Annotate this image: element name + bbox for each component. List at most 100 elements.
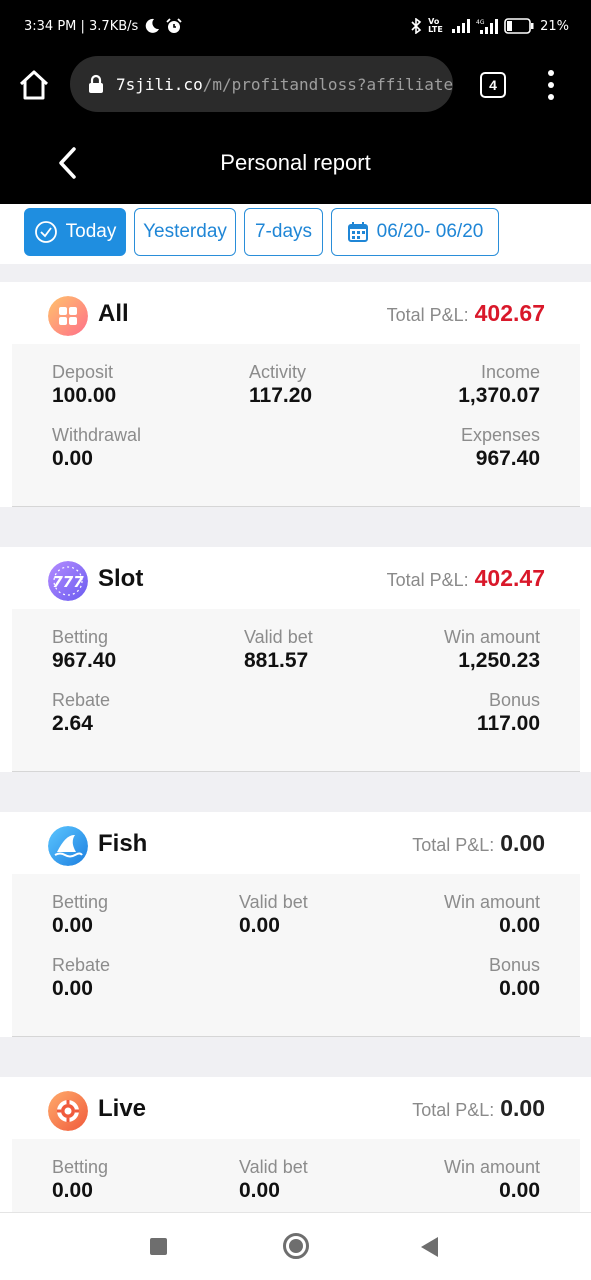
stat-label: Activity xyxy=(249,362,307,382)
card-header: Fish Total P&L: 0.00 xyxy=(0,812,591,874)
calendar-icon xyxy=(347,222,368,242)
tab-switcher-button[interactable]: 4 xyxy=(480,72,506,98)
stat-label: Valid bet xyxy=(239,1157,308,1177)
total-pl-value: 0.00 xyxy=(500,830,545,856)
stat-value: 1,370.07 xyxy=(458,384,540,407)
lock-icon xyxy=(89,74,103,93)
report-card-all: All Total P&L: 402.67 Deposit 100.00 Activ… xyxy=(0,282,591,507)
date-range-picker[interactable]: 06/20- 06/20 xyxy=(331,208,499,256)
stat-activity: Activity 117.20 xyxy=(249,361,312,409)
stat-win-amount: Win amount 0.00 xyxy=(444,891,540,939)
card-header: Live Total P&L: 0.00 xyxy=(0,1077,591,1139)
date-range-label: 06/20- 06/20 xyxy=(376,221,484,242)
stat-value: 967.40 xyxy=(52,649,117,672)
category-name: Slot xyxy=(98,565,144,592)
filter-today-button[interactable]: Today xyxy=(24,208,126,256)
stat-expenses: Expenses 967.40 xyxy=(461,424,540,472)
home-button[interactable] xyxy=(283,1233,309,1259)
svg-text:777: 777 xyxy=(52,573,84,591)
home-icon[interactable] xyxy=(18,70,50,100)
page-title: Personal report xyxy=(220,150,371,175)
stat-rebate: Rebate 0.00 xyxy=(52,954,110,1002)
card-stats: Deposit 100.00 Activity 117.20 Income 1,370… xyxy=(12,344,580,507)
status-time-speed: 3:34 PM | 3.7KB/s xyxy=(24,18,139,34)
stat-label: Bonus xyxy=(488,955,540,975)
total-pl-label: Total P&L: xyxy=(412,1100,495,1120)
stat-label: Income xyxy=(480,362,540,382)
stat-label: Valid bet xyxy=(239,892,308,912)
category-name: Live xyxy=(98,1095,147,1122)
stat-betting: Betting 0.00 xyxy=(52,1156,108,1204)
shark-fin-icon xyxy=(48,826,88,866)
battery-percent: 21% xyxy=(540,18,569,34)
card-stats: Betting 967.40 Valid bet 881.57 Win amount… xyxy=(12,609,580,772)
stat-label: Expenses xyxy=(460,425,540,445)
total-pl-value: 402.47 xyxy=(474,565,545,591)
stat-label: Rebate xyxy=(52,690,111,710)
url-text: 7sjili.co/m/profitandloss?affiliateCode xyxy=(116,75,453,94)
stat-win-amount: Win amount 1,250.23 xyxy=(444,626,540,674)
battery-icon xyxy=(504,18,534,34)
stat-label: Deposit xyxy=(52,362,114,382)
stat-label: Betting xyxy=(52,627,109,647)
total-pl-value: 0.00 xyxy=(500,1095,545,1121)
signal-icon xyxy=(452,19,471,33)
date-filter-bar: Today Yesterday 7-days 06/20- 06/20 xyxy=(0,204,591,264)
stat-value: 0.00 xyxy=(499,914,540,937)
stat-valid-bet: Valid bet 881.57 xyxy=(244,626,313,674)
stat-bonus: Bonus 0.00 xyxy=(489,954,540,1002)
filter-today-label: Today xyxy=(65,221,117,242)
stat-value: 0.00 xyxy=(52,447,93,470)
total-pl: Total P&L: 402.47 xyxy=(387,565,545,592)
total-pl-label: Total P&L: xyxy=(386,570,469,590)
stat-betting: Betting 0.00 xyxy=(52,891,108,939)
stat-rebate: Rebate 2.64 xyxy=(52,689,110,737)
slot-777-icon: 777 xyxy=(48,561,88,601)
volte-icon: Vo LTE xyxy=(428,17,443,34)
stat-value: 1,250.23 xyxy=(458,649,540,672)
stat-income: Income 1,370.07 xyxy=(458,361,540,409)
stat-value: 117.20 xyxy=(249,384,313,407)
back-button[interactable] xyxy=(421,1237,438,1257)
stat-deposit: Deposit 100.00 xyxy=(52,361,116,409)
stat-value: 0.00 xyxy=(239,914,280,937)
category-name: All xyxy=(98,300,129,327)
browser-menu-icon[interactable] xyxy=(545,70,557,100)
filter-yesterday-button[interactable]: Yesterday xyxy=(134,208,236,256)
stat-value: 0.00 xyxy=(52,914,93,937)
status-bar: 3:34 PM | 3.7KB/s Vo LTE 4G 21% xyxy=(0,0,591,52)
stat-label: Valid bet xyxy=(244,627,313,647)
grid-icon xyxy=(48,296,88,336)
total-pl-label: Total P&L: xyxy=(412,835,495,855)
stat-label: Betting xyxy=(52,1157,109,1177)
report-card-slot: 777 Slot Total P&L: 402.47 Betting 967.40 … xyxy=(0,547,591,772)
stat-label: Win amount xyxy=(443,892,540,912)
card-header: All Total P&L: 402.67 xyxy=(0,282,591,344)
stat-value: 0.00 xyxy=(499,1179,540,1202)
stat-value: 2.64 xyxy=(52,712,93,735)
url-domain: 7sjili.co xyxy=(116,74,203,94)
stat-label: Win amount xyxy=(443,627,540,647)
recents-button[interactable] xyxy=(150,1238,167,1255)
url-field[interactable]: 7sjili.co/m/profitandloss?affiliateCode xyxy=(70,56,453,112)
poker-chip-icon xyxy=(48,1091,88,1131)
stat-value: 0.00 xyxy=(52,977,93,1000)
total-pl-label: Total P&L: xyxy=(386,305,469,325)
signal-4g-icon: 4G xyxy=(476,19,499,34)
browser-toolbar: 7sjili.co/m/profitandloss?affiliateCode … xyxy=(0,52,591,116)
stat-bonus: Bonus 117.00 xyxy=(477,689,540,737)
total-pl: Total P&L: 0.00 xyxy=(412,830,545,857)
card-stats: Betting 0.00 Valid bet 0.00 Win amount 0.00 xyxy=(12,1139,580,1212)
moon-icon xyxy=(146,18,160,33)
check-circle-icon xyxy=(34,221,57,243)
svg-text:4G: 4G xyxy=(476,19,485,26)
stat-value: 967.40 xyxy=(475,447,540,470)
stat-win-amount: Win amount 0.00 xyxy=(444,1156,540,1204)
url-path: /m/profitandloss?affiliateCode xyxy=(202,74,453,94)
stat-betting: Betting 967.40 xyxy=(52,626,116,674)
report-card-live: Live Total P&L: 0.00 Betting 0.00 Valid be… xyxy=(0,1077,591,1212)
stat-label: Bonus xyxy=(488,690,540,710)
stat-value: 0.00 xyxy=(499,977,540,1000)
category-name: Fish xyxy=(98,830,148,857)
filter-7days-button[interactable]: 7-days xyxy=(244,208,323,256)
